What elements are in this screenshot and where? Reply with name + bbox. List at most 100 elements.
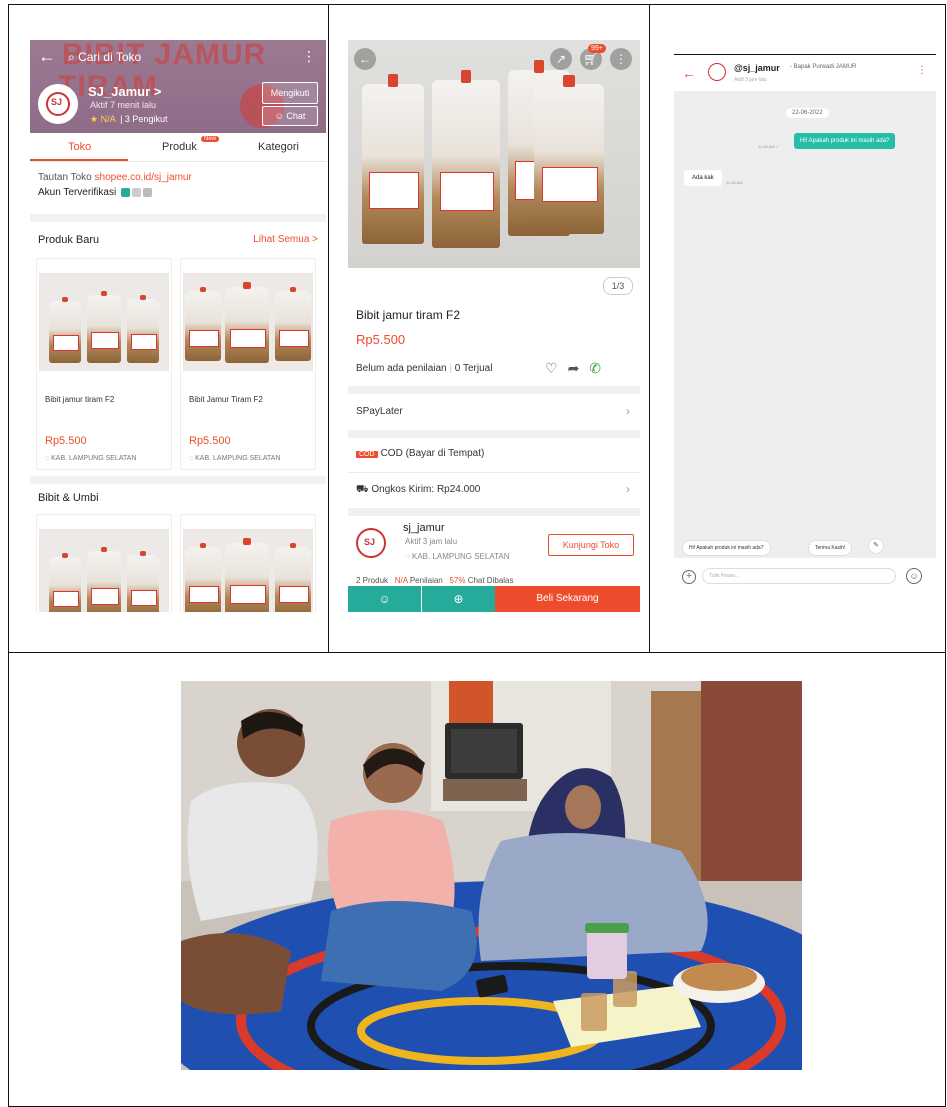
seller-avatar: [708, 63, 726, 81]
shop-stats: 2 Produk N/A Penilaian 57% Chat Dibalas: [356, 576, 514, 585]
seed-bag-image: [225, 282, 269, 363]
truck-icon: ⛟: [356, 484, 369, 495]
chat-screenshot: ← @sj_jamur - Bapak Purwadi JAMUR Aktif …: [674, 54, 936, 595]
shop-tabs: Toko Produk Kategori: [30, 133, 326, 162]
email-verified-icon: [131, 187, 141, 197]
followers-count: 3 Pengikut: [124, 114, 168, 124]
shop-name[interactable]: sj_jamur: [403, 522, 445, 534]
buy-now-button[interactable]: Beli Sekarang: [495, 586, 640, 612]
snack-jar: [587, 927, 627, 979]
shop-search-input[interactable]: ⌕ Cari di Toko: [68, 50, 141, 65]
product-location: ◌ KAB. LAMPUNG SELATAN: [189, 455, 280, 462]
shop-logo-icon: [46, 92, 70, 116]
product-name: Bibit Jamur Tiram F2: [189, 395, 263, 404]
section-separator: [348, 386, 640, 394]
tab-toko[interactable]: Toko: [68, 141, 91, 153]
location-pin-icon: ◌: [45, 455, 50, 462]
shop-link-url[interactable]: shopee.co.id/sj_jamur: [95, 172, 192, 183]
product-card[interactable]: [180, 514, 316, 612]
chat-icon: ☺: [378, 592, 391, 606]
back-arrow-icon[interactable]: ←: [682, 65, 696, 81]
back-arrow-icon[interactable]: ←: [38, 46, 56, 67]
tab-produk[interactable]: Produk: [162, 141, 197, 153]
seed-bag-image: [432, 69, 500, 248]
section-title-new-products: Produk Baru: [38, 234, 100, 246]
tab-kategori[interactable]: Kategori: [258, 141, 299, 153]
search-icon: ⌕: [68, 50, 75, 64]
grid-divider-1: [328, 4, 329, 653]
message-input[interactable]: Tulis Pesan...: [702, 568, 896, 584]
verification-icons: [119, 187, 152, 198]
jar-lid: [585, 923, 629, 933]
sold-count: 0 Terjual: [454, 363, 493, 374]
shop-location-text: KAB. LAMPUNG SELATAN: [412, 552, 510, 561]
product-image: [183, 529, 313, 612]
seed-bag-image: [275, 542, 311, 612]
row-divider: [348, 472, 640, 473]
seed-bag-image: [49, 553, 81, 612]
mushroom-chips: [681, 963, 757, 991]
shop-avatar[interactable]: [356, 528, 386, 558]
whatsapp-icon[interactable]: ✆: [589, 360, 611, 376]
chat-reply-rate: 57%: [449, 576, 466, 585]
chat-button[interactable]: ☺: [348, 586, 421, 612]
product-card[interactable]: Bibit jamur tiram F2 Rp5.500 ◌ KAB. LAMP…: [36, 258, 172, 470]
seed-bag-image: [127, 551, 159, 612]
product-price: Rp5.500: [356, 332, 406, 347]
follow-button[interactable]: Mengikuti: [262, 82, 318, 104]
product-count: 2 Produk: [356, 576, 389, 585]
add-to-cart-button[interactable]: ⊕: [422, 586, 495, 612]
rating-value: ★ N/A: [90, 114, 116, 124]
heart-icon[interactable]: ♡: [545, 360, 568, 376]
share-icon[interactable]: ↗: [550, 48, 572, 70]
tv-screen: [451, 729, 517, 773]
product-image: [183, 273, 313, 371]
chat-button[interactable]: ☺ Chat: [262, 106, 318, 126]
seed-bag-image: [362, 74, 424, 244]
quick-reply-1[interactable]: Hi! Apakah produk ini masih ada?: [682, 540, 771, 556]
product-card[interactable]: Bibit Jamur Tiram F2 Rp5.500 ◌ KAB. LAMP…: [180, 258, 316, 470]
seed-bag-image: [87, 290, 121, 363]
chat-reply-label: Chat Dibalas: [467, 576, 514, 585]
product-card[interactable]: [36, 514, 172, 612]
more-options-icon[interactable]: ⋮: [302, 48, 316, 65]
seed-bag-image: [275, 286, 311, 361]
rating-text: Belum ada penilaian: [356, 363, 447, 374]
incoming-time: 11.30 AM: [726, 180, 743, 185]
more-options-icon[interactable]: ⋮: [610, 48, 632, 70]
cart-count-badge: 99+: [588, 44, 606, 53]
person-2-shorts: [321, 901, 477, 991]
product-name: Bibit jamur tiram F2: [45, 395, 115, 404]
seed-bag-image: [127, 295, 159, 363]
date-chip: 22-06-2022: [786, 108, 829, 118]
location-pin-icon: ◌: [189, 455, 194, 462]
more-options-icon[interactable]: ⋮: [917, 65, 927, 76]
shop-name[interactable]: SJ_Jamur >: [88, 84, 161, 99]
grid-divider-2: [649, 4, 650, 653]
quick-reply-2[interactable]: Terima Kasih!: [808, 540, 853, 556]
product-price: Rp5.500: [45, 435, 87, 447]
emoji-icon[interactable]: ☺: [906, 568, 922, 584]
image-pager: 1/3: [603, 277, 633, 295]
shop-avatar: [38, 84, 78, 124]
new-badge: New: [201, 136, 220, 142]
product-location: ◌ KAB. LAMPUNG SELATAN: [45, 455, 136, 462]
rating-value: N/A: [394, 576, 408, 585]
edit-icon[interactable]: ✎: [868, 538, 884, 554]
share-icon[interactable]: ➦: [568, 360, 590, 376]
bottom-action-bar: ☺ ⊕ Beli Sekarang: [348, 586, 640, 612]
shipping-row[interactable]: ⛟ Ongkos Kirim: Rp24.000: [356, 484, 480, 497]
seed-bag-image: [534, 75, 604, 234]
shop-rating: ★ N/A | 3 Pengikut: [90, 114, 168, 124]
product-image: [39, 529, 169, 612]
product-page-screenshot: ← ↗ 🛒︎ 99+ ⋮ 1/3 Bibit jamur tiram F2 Rp…: [348, 40, 640, 612]
shop-active-status: Aktif 7 menit lalu: [90, 100, 157, 110]
back-arrow-icon[interactable]: ←: [354, 48, 376, 70]
grid-divider-row: [8, 652, 946, 653]
spaylater-row[interactable]: SPayLater: [356, 406, 403, 417]
visit-shop-button[interactable]: Kunjungi Toko: [548, 534, 634, 556]
person-1-arm: [181, 933, 291, 1015]
add-attachment-icon[interactable]: +: [682, 570, 696, 584]
see-all-link[interactable]: Lihat Semua >: [253, 234, 318, 245]
shop-location: ◌ KAB. LAMPUNG SELATAN: [405, 552, 510, 561]
